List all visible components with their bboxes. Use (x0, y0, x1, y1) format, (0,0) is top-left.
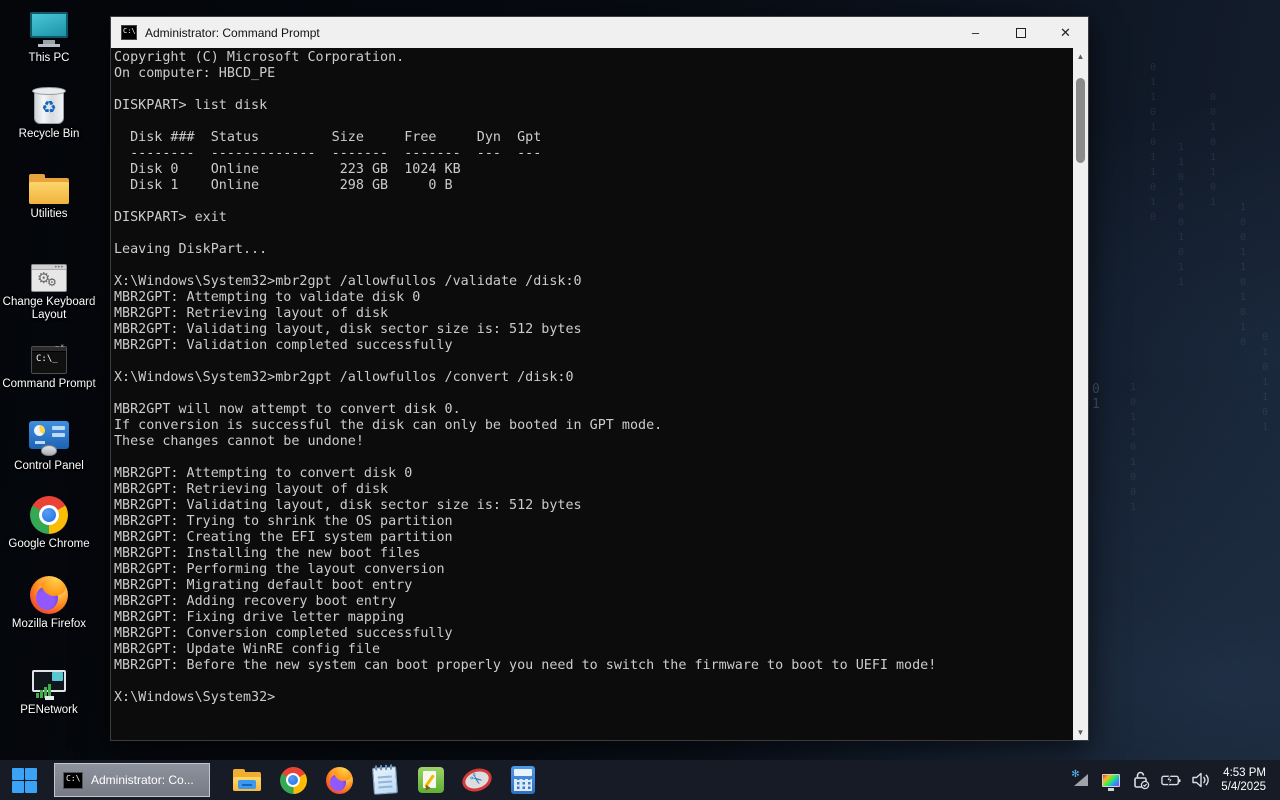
windows-logo-icon (11, 767, 37, 793)
task-button-label: Administrator: Co... (91, 773, 194, 787)
scroll-up-arrow-icon[interactable]: ▲ (1073, 48, 1088, 64)
desktop-icon-this-pc[interactable]: This PC (0, 8, 98, 65)
file-explorer-icon (233, 769, 261, 791)
clock-date: 5/4/2025 (1221, 781, 1266, 793)
cmd-window-icon: C:\ (121, 25, 137, 40)
binary-decor-column: 0 0 1 0 1 1 0 1 (1210, 92, 1218, 208)
desktop-icon-label: Mozilla Firefox (11, 618, 87, 630)
desktop-icon-label: Control Panel (14, 460, 84, 472)
console-scrollbar[interactable]: ▲ ▼ (1073, 48, 1088, 740)
close-button[interactable]: ✕ (1043, 17, 1088, 48)
desktop-icon-label: This PC (28, 52, 70, 64)
binary-decor-column: 0 1 (1092, 382, 1101, 412)
binary-decor-column: 0 1 0 1 1 0 1 (1262, 332, 1270, 433)
taskbar-task-button-command-prompt[interactable]: C:\ Administrator: Co... (54, 763, 210, 797)
maximize-button[interactable] (998, 17, 1043, 48)
notepad-plus-plus-icon (418, 767, 444, 793)
window-titlebar[interactable]: C:\ Administrator: Command Prompt – ✕ (111, 17, 1088, 48)
binary-decor-column: 1 0 1 1 0 1 0 0 1 (1130, 382, 1138, 513)
folder-icon (0, 164, 98, 204)
snipping-tool-icon: ✂ (459, 764, 495, 796)
desktop-icon-label: PENetwork (20, 704, 78, 716)
command-prompt-window: C:\ Administrator: Command Prompt – ✕ Co… (110, 16, 1089, 741)
taskbar-icon-calculator[interactable] (500, 760, 546, 800)
desktop-icon-recycle-bin[interactable]: ♻ Recycle Bin (0, 84, 98, 141)
scroll-down-arrow-icon[interactable]: ▼ (1073, 724, 1088, 740)
desktop-icon-label: Google Chrome (8, 538, 90, 550)
system-tray: ✻ 4:53 PM 5/4/2025 (1071, 760, 1280, 800)
taskbar-icon-notepad[interactable] (362, 760, 408, 800)
start-button[interactable] (0, 760, 48, 800)
desktop-icon-command-prompt[interactable]: C:\_ Command Prompt (0, 334, 98, 391)
desktop-icon-control-panel[interactable]: Control Panel (0, 416, 98, 473)
taskbar-icon-notepad-plus-plus[interactable] (408, 760, 454, 800)
taskbar-icon-file-explorer[interactable] (224, 760, 270, 800)
maximize-icon (1015, 27, 1026, 38)
minimize-button[interactable]: – (953, 17, 998, 48)
notepad-icon (372, 765, 398, 795)
console-text: Copyright (C) Microsoft Corporation. On … (114, 50, 937, 705)
console-output[interactable]: Copyright (C) Microsoft Corporation. On … (111, 48, 1073, 740)
calculator-icon (511, 766, 535, 794)
desktop-icon-change-keyboard-layout[interactable]: ••• ⚙ ⚙ Change Keyboard Layout (0, 252, 98, 322)
taskbar-clock[interactable]: 4:53 PM 5/4/2025 (1221, 766, 1270, 794)
chrome-icon (0, 494, 98, 534)
desktop-icon-label: Utilities (30, 208, 68, 220)
cmd-icon: C:\ (63, 771, 83, 789)
chrome-icon (279, 766, 307, 794)
desktop-icon-google-chrome[interactable]: Google Chrome (0, 494, 98, 551)
network-status-icon[interactable]: ✻ (1071, 760, 1091, 800)
firefox-icon (325, 766, 353, 794)
desktop-icon-label: Command Prompt (2, 378, 96, 390)
clock-time: 4:53 PM (1223, 767, 1266, 779)
security-lock-icon[interactable] (1131, 760, 1151, 800)
firefox-icon (0, 574, 98, 614)
caption-buttons: – ✕ (953, 17, 1088, 48)
taskbar: C:\ Administrator: Co... ✂ ✻ 4:53 PM 5/4… (0, 760, 1280, 800)
this-pc-icon (0, 8, 98, 48)
desktop-icon-utilities[interactable]: Utilities (0, 164, 98, 221)
taskbar-icon-snipping-tool[interactable]: ✂ (454, 760, 500, 800)
control-panel-icon (0, 416, 98, 456)
desktop-icon-label: Change Keyboard Layout (2, 296, 96, 321)
desktop-icon-mozilla-firefox[interactable]: Mozilla Firefox (0, 574, 98, 631)
binary-decor-column: 0 1 1 0 1 0 1 1 0 1 0 (1150, 62, 1158, 223)
desktop-root: { "window": { "title": "Administrator: C… (0, 0, 1280, 800)
desktop-icon-penetwork[interactable]: PENetwork (0, 660, 98, 717)
display-color-icon[interactable] (1101, 760, 1121, 800)
desktop-icon-label: Recycle Bin (18, 128, 80, 140)
network-disconnected-star: ✻ (1071, 769, 1080, 780)
command-prompt-icon: C:\_ (0, 334, 98, 374)
penetwork-icon (0, 660, 98, 700)
taskbar-icon-google-chrome[interactable] (270, 760, 316, 800)
taskbar-icon-mozilla-firefox[interactable] (316, 760, 362, 800)
binary-decor-column: 1 1 0 1 0 0 1 0 1 1 (1178, 142, 1186, 288)
binary-decor-column: 1 0 0 1 1 0 1 0 1 0 (1240, 202, 1248, 348)
window-title: Administrator: Command Prompt (145, 25, 320, 40)
scrollbar-thumb[interactable] (1076, 78, 1085, 163)
volume-icon[interactable] (1191, 760, 1211, 800)
battery-icon[interactable] (1161, 760, 1181, 800)
keyboard-layout-icon: ••• ⚙ ⚙ (0, 252, 98, 292)
recycle-bin-icon: ♻ (0, 84, 98, 124)
